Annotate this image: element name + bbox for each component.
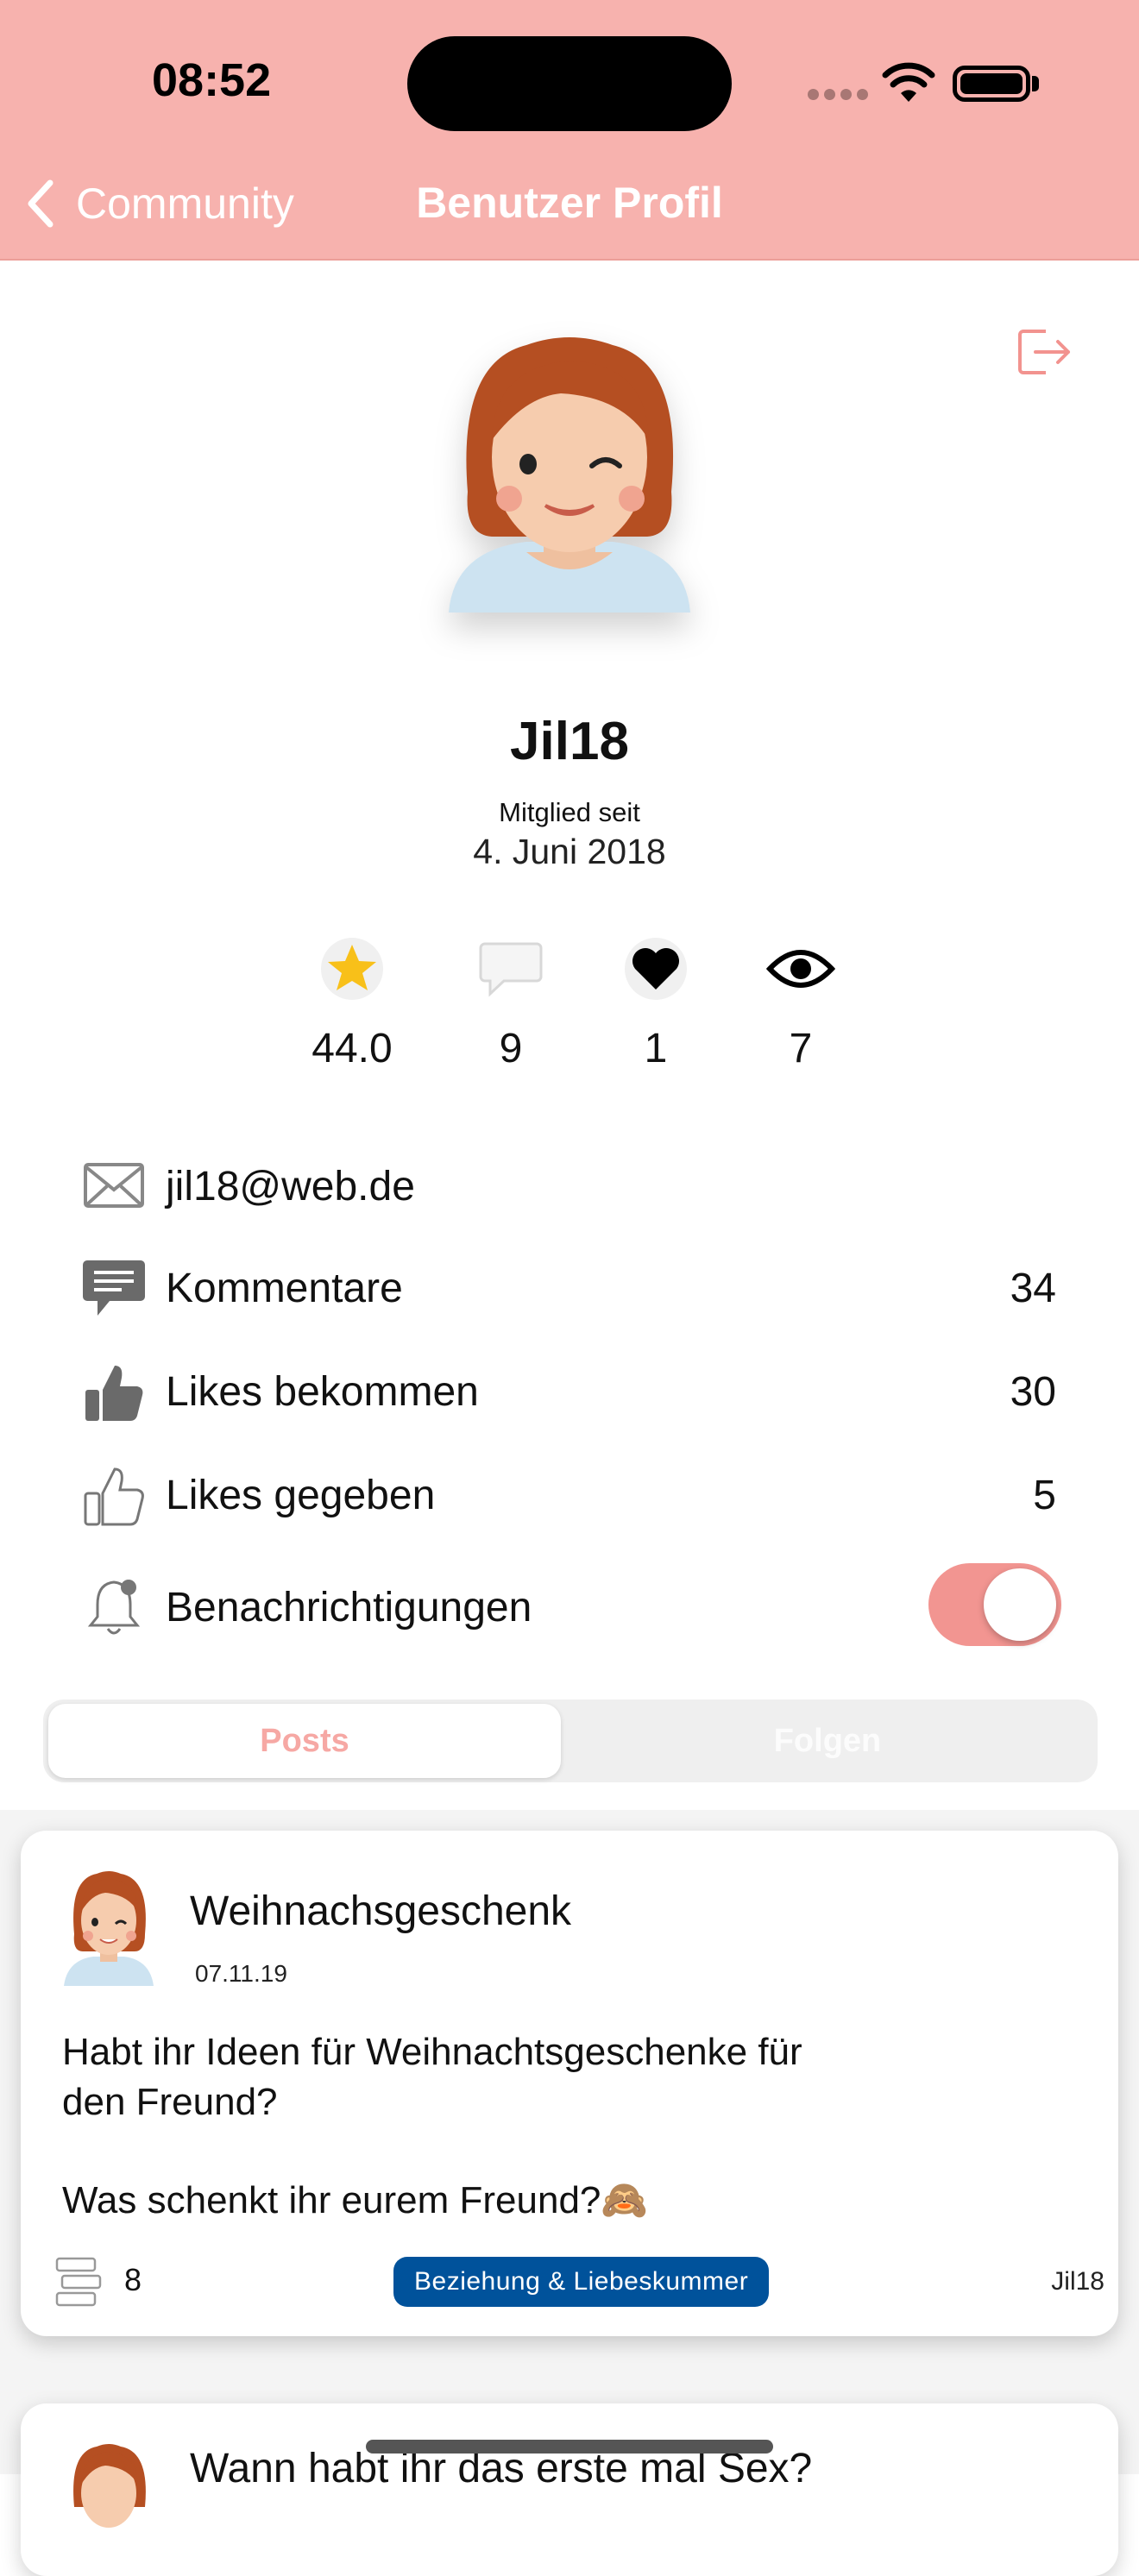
comments-icon (79, 1254, 148, 1323)
post-author: Jil18 (1051, 2267, 1104, 2296)
email-address: jil18@web.de (166, 1164, 415, 1209)
post-card[interactable]: Wann habt ihr das erste mal Sex? (21, 2403, 1118, 2576)
dynamic-island (407, 36, 732, 131)
post-body-line: Was schenkt ihr eurem Freund?🙈 (62, 2179, 649, 2221)
likes-given-label: Likes gegeben (166, 1473, 436, 1518)
post-title: Weihnachsgeschenk (190, 1888, 572, 1934)
comments-count: 34 (1010, 1266, 1056, 1311)
stat-points-value: 44.0 (311, 1026, 393, 1071)
post-card[interactable]: Weihnachsgeschenk 07.11.19 Habt ihr Idee… (21, 1831, 1118, 2336)
post-body-line: Habt ihr Ideen für Weihnachtsgeschenke f… (62, 2031, 802, 2073)
username: Jil18 (510, 712, 629, 771)
stat-likes: 1 (587, 932, 725, 1072)
cellular-signal-icon (808, 89, 873, 104)
wifi-icon (882, 62, 935, 102)
profile-avatar (449, 337, 690, 613)
back-button-label: Community (76, 179, 294, 228)
chevron-left-icon (28, 179, 53, 228)
tab-posts[interactable]: Posts (48, 1704, 561, 1778)
stat-views: 7 (732, 932, 870, 1072)
thumbs-up-outline-icon (79, 1461, 148, 1530)
member-since-date: 4. Juni 2018 (473, 832, 666, 871)
post-author-avatar (64, 1871, 154, 1986)
comment-stack-icon (55, 2257, 102, 2307)
likes-received-label: Likes bekommen (166, 1369, 479, 1415)
post-body: Habt ihr Ideen für Weihnachtsgeschenke f… (62, 2027, 968, 2226)
home-indicator (366, 2440, 773, 2453)
star-icon (321, 938, 383, 1000)
posts-feed: Weihnachsgeschenk 07.11.19 Habt ihr Idee… (0, 1810, 1139, 2576)
heart-icon (625, 938, 687, 1000)
category-tag[interactable]: Beziehung & Liebeskummer (393, 2257, 770, 2307)
likes-given-count: 5 (1033, 1473, 1056, 1518)
notifications-toggle[interactable] (928, 1563, 1061, 1646)
back-button[interactable]: Community (26, 169, 294, 238)
comments-label: Kommentare (166, 1266, 403, 1311)
tab-following[interactable]: Folgen (563, 1704, 1092, 1778)
stat-views-value: 7 (789, 1026, 813, 1071)
mail-icon (79, 1151, 148, 1220)
thumbs-up-filled-icon (79, 1358, 148, 1427)
battery-cap (1032, 76, 1039, 91)
post-comment-count: 8 (124, 2262, 142, 2297)
stat-comments-value: 9 (499, 1026, 523, 1071)
post-date: 07.11.19 (195, 1960, 287, 1987)
page-title: Benutzer Profil (416, 179, 723, 227)
member-since-label: Mitglied seit (499, 797, 640, 827)
logout-icon[interactable] (1016, 326, 1073, 378)
post-author-avatar (73, 2444, 146, 2528)
toggle-knob (984, 1568, 1056, 1641)
stat-likes-value: 1 (644, 1026, 668, 1071)
battery-icon (953, 66, 1030, 102)
stat-points: 44.0 (283, 932, 421, 1072)
stat-comments: 9 (442, 932, 580, 1072)
bell-icon (79, 1572, 148, 1641)
eye-icon (766, 950, 835, 988)
post-body-line: den Freund? (62, 2081, 278, 2123)
notifications-label: Benachrichtigungen (166, 1585, 532, 1630)
comment-bubble-icon (479, 942, 543, 997)
status-time: 08:52 (152, 54, 272, 106)
likes-received-count: 30 (1010, 1369, 1056, 1415)
